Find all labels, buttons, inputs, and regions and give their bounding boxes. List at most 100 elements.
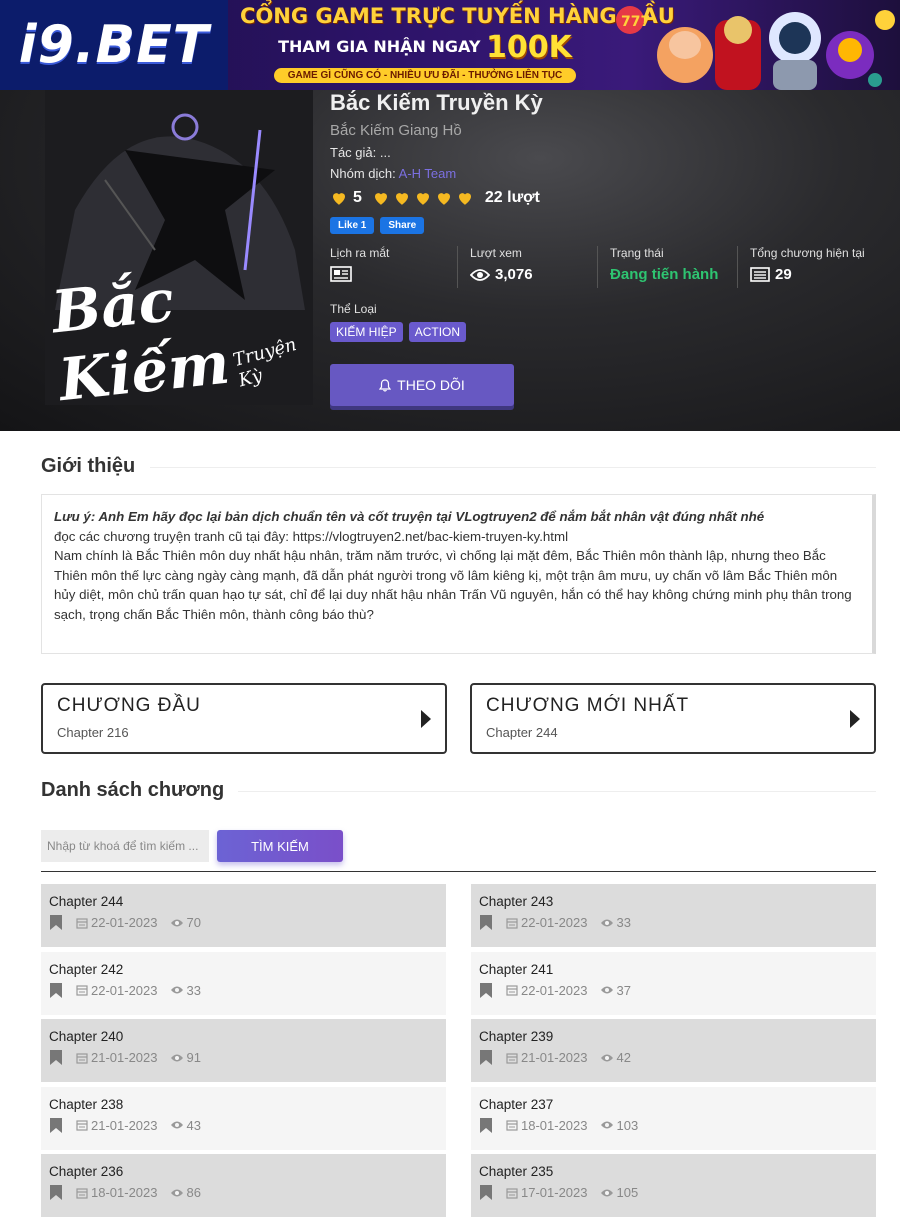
chapter-list-heading: Danh sách chương: [41, 779, 225, 801]
stat-release: Lịch ra mắt: [330, 246, 459, 288]
chapter-date: 21-01-2023: [91, 1117, 158, 1133]
eye-icon: [170, 1188, 184, 1198]
first-chapter-label: CHƯƠNG ĐẦU: [57, 695, 201, 716]
divider: [238, 791, 876, 792]
chapter-name: Chapter 240: [49, 1029, 124, 1044]
chapter-views: 33: [616, 915, 631, 930]
chapter-name: Chapter 238: [49, 1096, 124, 1112]
heart-icon[interactable]: [456, 189, 474, 207]
eye-icon: [170, 1120, 184, 1130]
latest-chapter-button[interactable]: CHƯƠNG MỚI NHẤT Chapter 244: [470, 683, 876, 754]
divider: [150, 467, 876, 468]
eye-icon: [170, 985, 184, 995]
rating-value: 5: [353, 189, 362, 206]
stat-status: Trạng thái Đang tiến hành: [610, 246, 739, 288]
chapter-views: 37: [616, 982, 631, 998]
bookmark-icon[interactable]: [479, 1117, 493, 1134]
calendar-icon: [76, 1052, 88, 1064]
chapter-item[interactable]: Chapter 237 18-01-2023 103: [471, 1086, 876, 1150]
chapter-name: Chapter 239: [479, 1029, 554, 1044]
heart-icon[interactable]: [435, 189, 453, 207]
chapter-search-input[interactable]: [41, 830, 209, 862]
chapter-date: 18-01-2023: [91, 1185, 158, 1200]
follow-label: THEO DÕI: [397, 377, 465, 393]
genres-label: Thể Loại: [330, 302, 377, 316]
bookmark-icon[interactable]: [479, 914, 493, 931]
chapter-views: 70: [186, 915, 201, 930]
chapter-name: Chapter 237: [479, 1096, 554, 1112]
group-link[interactable]: A-H Team: [399, 166, 457, 181]
chapter-name: Chapter 244: [49, 894, 124, 909]
latest-chapter-label: CHƯƠNG MỚI NHẤT: [486, 695, 690, 716]
genre-tag[interactable]: KIẾM HIỆP: [330, 322, 403, 342]
eye-icon: [600, 1053, 614, 1063]
follow-button[interactable]: THEO DÕI: [330, 364, 514, 406]
genre-tags: KIẾM HIỆP ACTION: [330, 322, 890, 342]
calendar-icon: [506, 917, 518, 929]
chapter-views: 86: [186, 1185, 201, 1200]
manga-title: Bắc Kiếm Truyền Kỳ: [330, 90, 543, 115]
banner-offer: THAM GIA NHẬN NGAY 100K: [278, 30, 572, 65]
chapter-item[interactable]: Chapter 235 17-01-2023 105: [471, 1154, 876, 1217]
chapter-item[interactable]: Chapter 241 22-01-2023 37: [471, 951, 876, 1015]
chapter-date: 17-01-2023: [521, 1185, 588, 1200]
play-arrow-icon: [850, 710, 860, 728]
genre-tag[interactable]: ACTION: [408, 322, 467, 342]
first-chapter-number: Chapter 216: [57, 725, 129, 740]
calendar-icon: [76, 917, 88, 929]
calendar-icon: [506, 984, 518, 996]
facebook-share-button[interactable]: Share: [380, 217, 425, 234]
bookmark-icon[interactable]: [49, 914, 63, 931]
calendar-icon: [76, 1119, 88, 1131]
eye-icon: [170, 1053, 184, 1063]
chapter-item[interactable]: Chapter 238 21-01-2023 43: [41, 1086, 446, 1150]
bookmark-icon[interactable]: [479, 1184, 493, 1201]
chapter-views: 103: [616, 1117, 639, 1133]
svg-text:777: 777: [621, 14, 650, 30]
search-button[interactable]: TÌM KIẾM: [217, 830, 343, 862]
play-arrow-icon: [421, 710, 431, 728]
bookmark-icon[interactable]: [49, 982, 63, 999]
bookmark-icon[interactable]: [49, 1049, 63, 1066]
heart-icon[interactable]: [414, 189, 432, 207]
chapter-date: 18-01-2023: [521, 1117, 588, 1133]
eye-icon: [600, 1120, 614, 1130]
chapter-views: 43: [186, 1117, 201, 1133]
chapter-item[interactable]: Chapter 239 21-01-2023 42: [471, 1019, 876, 1082]
banner-headline: CỔNG GAME TRỰC TUYẾN HÀNG ĐẦU: [240, 4, 675, 28]
chapter-views: 33: [186, 982, 201, 998]
bookmark-icon[interactable]: [49, 1117, 63, 1134]
chapter-item[interactable]: Chapter 236 18-01-2023 86: [41, 1154, 446, 1217]
chapter-item[interactable]: Chapter 243 22-01-2023 33: [471, 884, 876, 947]
chapter-date: 22-01-2023: [521, 982, 588, 998]
chapter-views: 42: [616, 1050, 631, 1065]
bookmark-icon[interactable]: [49, 1184, 63, 1201]
stat-total-chapters: Tổng chương hiện tại 29: [750, 246, 865, 283]
intro-body: Nam chính là Bắc Thiên môn duy nhất hậu …: [54, 548, 852, 622]
calendar-icon: [76, 1187, 88, 1199]
banner-characters-art: 777: [616, 6, 895, 90]
chapter-item[interactable]: Chapter 240 21-01-2023 91: [41, 1019, 446, 1082]
first-chapter-button[interactable]: CHƯƠNG ĐẦU Chapter 216: [41, 683, 447, 754]
chapter-item[interactable]: Chapter 244 22-01-2023 70: [41, 884, 446, 947]
bookmark-icon[interactable]: [479, 1049, 493, 1066]
manga-header: Bắc Kiếm Truyện Kỳ Bắc Kiếm Truyền Kỳ Bắ…: [0, 90, 900, 431]
bell-icon: [379, 378, 392, 392]
views-count: 3,076: [495, 266, 533, 283]
latest-chapter-number: Chapter 244: [486, 725, 558, 740]
intro-heading: Giới thiệu: [41, 455, 136, 477]
brand-logo[interactable]: i9.BET: [0, 0, 228, 90]
group-row: Nhóm dịch: A-H Team: [330, 166, 457, 181]
heart-icon[interactable]: [372, 189, 390, 207]
chapter-item[interactable]: Chapter 242 22-01-2023 33: [41, 951, 446, 1015]
heart-icon[interactable]: [393, 189, 411, 207]
eye-icon: [600, 918, 614, 928]
rating-votes: 22 lượt: [484, 189, 540, 206]
cover-image[interactable]: Bắc Kiếm Truyện Kỳ: [45, 90, 313, 405]
chapter-name: Chapter 243: [479, 894, 554, 909]
facebook-like-button[interactable]: Like 1: [330, 217, 375, 234]
intro-box: Lưu ý: Anh Em hãy đọc lại bản dịch chuẩn…: [41, 494, 876, 654]
bookmark-icon[interactable]: [479, 982, 493, 999]
calendar-icon: [506, 1187, 518, 1199]
ad-banner[interactable]: i9.BET CỔNG GAME TRỰC TUYẾN HÀNG ĐẦU THA…: [0, 0, 900, 90]
